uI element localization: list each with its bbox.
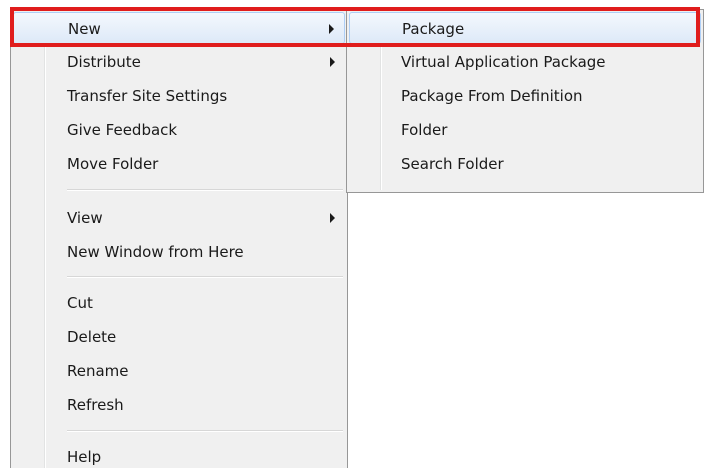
menu-item-label: New Window from Here <box>67 243 244 261</box>
menu-item-label: Give Feedback <box>67 121 178 139</box>
menu-item-label: Distribute <box>67 53 141 71</box>
menu-separator <box>67 276 343 278</box>
submenu-arrow-icon <box>330 57 335 67</box>
menu-separator <box>67 430 343 432</box>
menu-item-label: View <box>67 209 103 227</box>
menu-item-label: Refresh <box>67 396 124 414</box>
menu-item-cut[interactable]: Cut <box>13 287 345 319</box>
submenu-arrow-icon <box>330 213 335 223</box>
menu-item-label: Rename <box>67 362 129 380</box>
submenu-item-package-from-definition[interactable]: Package From Definition <box>349 80 701 112</box>
new-submenu: Package Virtual Application Package Pack… <box>346 9 704 193</box>
menu-separator <box>67 189 343 191</box>
menu-item-new[interactable]: New <box>13 12 345 44</box>
context-menu: New Distribute Transfer Site Settings Gi… <box>10 9 348 468</box>
menu-item-refresh[interactable]: Refresh <box>13 389 345 421</box>
menu-item-label: Move Folder <box>67 155 159 173</box>
menu-item-rename[interactable]: Rename <box>13 355 345 387</box>
submenu-item-label: Package From Definition <box>401 87 583 105</box>
screenshot-stage: New Distribute Transfer Site Settings Gi… <box>0 0 704 468</box>
submenu-item-label: Search Folder <box>401 155 504 173</box>
menu-item-label: Cut <box>67 294 93 312</box>
submenu-item-package[interactable]: Package <box>349 12 701 44</box>
menu-item-distribute[interactable]: Distribute <box>13 46 345 78</box>
menu-item-new-window-from-here[interactable]: New Window from Here <box>13 236 345 268</box>
menu-item-give-feedback[interactable]: Give Feedback <box>13 114 345 146</box>
menu-item-label: New <box>68 20 101 38</box>
submenu-item-virtual-application-package[interactable]: Virtual Application Package <box>349 46 701 78</box>
menu-item-view[interactable]: View <box>13 202 345 234</box>
submenu-item-search-folder[interactable]: Search Folder <box>349 148 701 180</box>
menu-item-label: Delete <box>67 328 117 346</box>
submenu-item-label: Package <box>402 20 465 38</box>
menu-item-move-folder[interactable]: Move Folder <box>13 148 345 180</box>
submenu-arrow-icon <box>329 24 334 34</box>
menu-item-delete[interactable]: Delete <box>13 321 345 353</box>
menu-item-label: Transfer Site Settings <box>67 87 228 105</box>
menu-item-label: Help <box>67 448 102 466</box>
submenu-item-folder[interactable]: Folder <box>349 114 701 146</box>
menu-item-help[interactable]: Help <box>13 441 345 468</box>
menu-item-transfer-site-settings[interactable]: Transfer Site Settings <box>13 80 345 112</box>
submenu-item-label: Folder <box>401 121 448 139</box>
submenu-item-label: Virtual Application Package <box>401 53 606 71</box>
